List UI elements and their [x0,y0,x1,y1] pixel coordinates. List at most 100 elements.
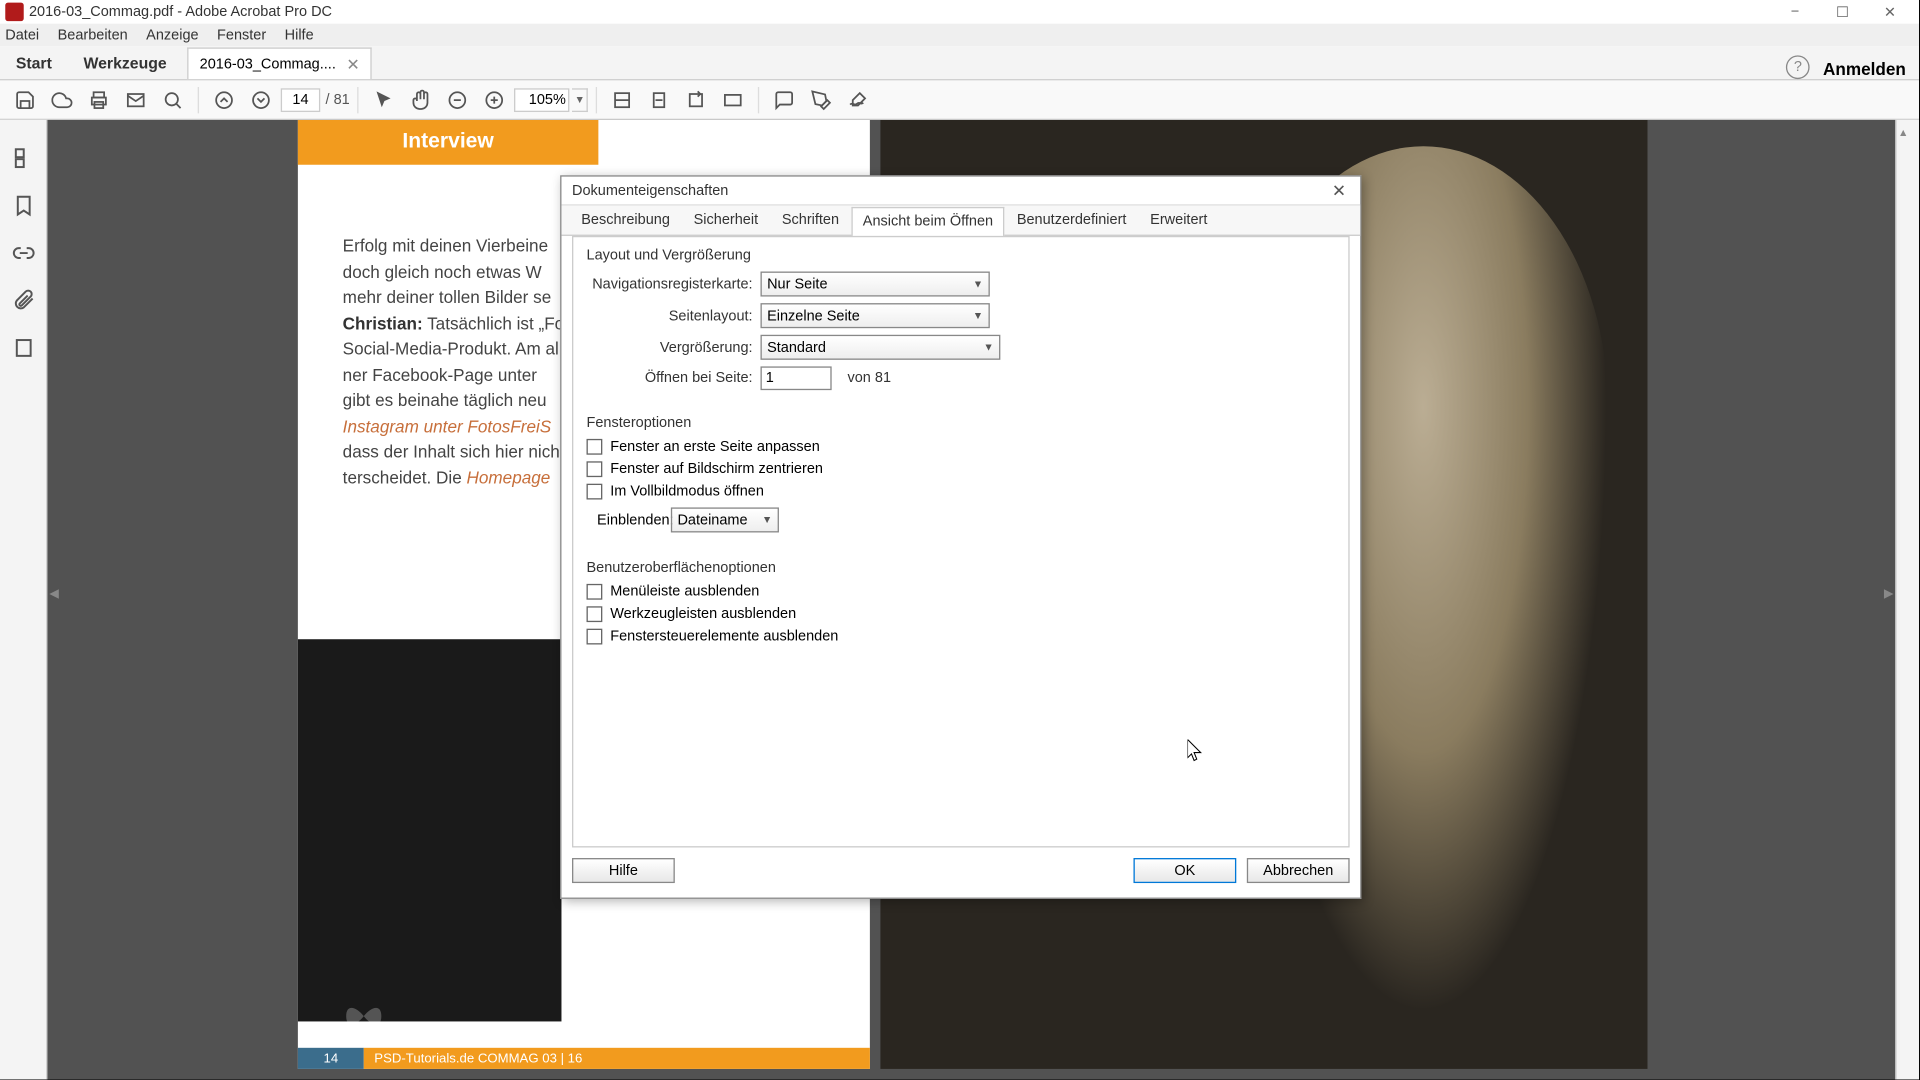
left-navigation-rail [0,120,47,1080]
magnification-combo[interactable]: Standard▼ [760,335,1000,360]
resize-window-label: Fenster an erste Seite anpassen [610,439,820,455]
chevron-down-icon: ▼ [973,310,983,322]
page-header: Interview [298,120,599,165]
mouse-cursor-icon [1188,739,1204,763]
page-image [298,639,562,1021]
center-window-label: Fenster auf Bildschirm zentrieren [610,461,823,477]
open-to-page-label: Öffnen bei Seite: [587,370,753,386]
document-tab-close-icon[interactable]: ✕ [346,55,359,73]
tab-erweitert[interactable]: Erweitert [1138,206,1219,235]
signin-link[interactable]: Anmelden [1823,59,1906,79]
save-icon[interactable] [8,82,42,116]
hide-window-controls-label: Fenstersteuerelemente ausblenden [610,629,838,645]
document-tab-label: 2016-03_Commag.... [200,56,336,72]
show-label: Einblenden: [597,512,671,528]
scrollbar[interactable]: ▲ [1895,120,1919,1080]
search-icon[interactable] [156,82,190,116]
dialog-title: Dokumenteigenschaften [572,183,1329,199]
group-window-label: Fensteroptionen [587,415,1336,431]
bookmark-icon[interactable] [11,194,35,218]
tab-schriften[interactable]: Schriften [770,206,851,235]
rotate-icon[interactable] [679,82,713,116]
thumbnails-icon[interactable] [11,146,35,170]
menu-anzeige[interactable]: Anzeige [146,27,198,43]
document-tab[interactable]: 2016-03_Commag.... ✕ [188,47,372,79]
hide-window-controls-checkbox[interactable] [587,629,603,645]
maximize-button[interactable]: ☐ [1819,0,1866,24]
butterfly-icon [337,990,390,1030]
tab-werkzeuge[interactable]: Werkzeuge [68,47,183,79]
hide-menubar-label: Menüleiste ausblenden [610,584,759,600]
open-to-page-of: von 81 [847,370,891,386]
app-icon [5,3,23,21]
tab-benutzerdefiniert[interactable]: Benutzerdefiniert [1005,206,1138,235]
page-down-icon[interactable] [244,82,278,116]
show-combo[interactable]: Dateiname▼ [671,507,779,532]
cancel-button[interactable]: Abbrechen [1247,858,1350,883]
titlebar-text: 2016-03_Commag.pdf - Adobe Acrobat Pro D… [29,4,332,20]
toolbar: / 81 ▼ [0,80,1919,120]
document-properties-dialog: Dokumenteigenschaften ✕ Beschreibung Sic… [560,175,1361,899]
menubar: Datei Bearbeiten Anzeige Fenster Hilfe [0,24,1919,46]
print-icon[interactable] [82,82,116,116]
scroll-up-icon[interactable]: ▲ [1897,125,1910,138]
comment-icon[interactable] [768,82,802,116]
resize-window-checkbox[interactable] [587,439,603,455]
zoom-out-icon[interactable] [441,82,475,116]
zoom-in-icon[interactable] [478,82,512,116]
tabbar: Start Werkzeuge 2016-03_Commag.... ✕ ? A… [0,46,1919,80]
close-button[interactable]: ✕ [1866,0,1913,24]
tab-beschreibung[interactable]: Beschreibung [569,206,681,235]
fullscreen-label: Im Vollbildmodus öffnen [610,484,764,500]
mail-icon[interactable] [119,82,153,116]
cloud-icon[interactable] [45,82,79,116]
pointer-icon[interactable] [367,82,401,116]
menu-bearbeiten[interactable]: Bearbeiten [58,27,128,43]
link-icon[interactable] [11,241,35,265]
magnification-label: Vergrößerung: [587,339,753,355]
open-to-page-input[interactable] [760,366,831,390]
minimize-button[interactable]: − [1771,0,1818,24]
page-footer-text: PSD-Tutorials.de COMMAG 03 | 16 [364,1048,870,1069]
page-layout-combo[interactable]: Einzelne Seite▼ [760,303,989,328]
menu-fenster[interactable]: Fenster [217,27,266,43]
menu-datei[interactable]: Datei [5,27,39,43]
tab-start[interactable]: Start [0,47,68,79]
center-window-checkbox[interactable] [587,461,603,477]
fit-page-icon[interactable] [642,82,676,116]
hide-toolbars-label: Werkzeugleisten ausblenden [610,606,796,622]
help-button[interactable]: Hilfe [572,858,675,883]
hide-menubar-checkbox[interactable] [587,584,603,600]
attachment-icon[interactable] [11,289,35,313]
zoom-dropdown-icon[interactable]: ▼ [572,88,588,112]
group-layout-label: Layout und Vergrößerung [587,248,1336,264]
prev-page-arrow-icon[interactable]: ◄ [47,581,60,605]
page-number-input[interactable] [281,88,321,112]
page-total-label: / 81 [326,92,350,108]
help-icon[interactable]: ? [1786,55,1810,79]
zoom-input[interactable] [514,88,569,112]
chevron-down-icon: ▼ [973,278,983,290]
ok-button[interactable]: OK [1133,858,1236,883]
page-up-icon[interactable] [207,82,241,116]
view-mode-icon[interactable] [716,82,750,116]
chevron-down-icon: ▼ [762,514,772,526]
dialog-tabs: Beschreibung Sicherheit Schriften Ansich… [561,206,1360,236]
sign-icon[interactable] [841,82,875,116]
fullscreen-checkbox[interactable] [587,484,603,500]
tab-sicherheit[interactable]: Sicherheit [682,206,770,235]
page-footer-number: 14 [298,1048,364,1069]
hide-toolbars-checkbox[interactable] [587,606,603,622]
dialog-close-icon[interactable]: ✕ [1329,180,1350,201]
highlight-icon[interactable] [804,82,838,116]
titlebar: 2016-03_Commag.pdf - Adobe Acrobat Pro D… [0,0,1919,24]
layers-icon[interactable] [11,336,35,360]
tab-ansicht-beim-oeffnen[interactable]: Ansicht beim Öffnen [851,207,1005,236]
page-layout-label: Seitenlayout: [587,308,753,324]
nav-tab-combo[interactable]: Nur Seite▼ [760,272,989,297]
menu-hilfe[interactable]: Hilfe [285,27,314,43]
next-page-arrow-icon[interactable]: ► [1882,581,1895,605]
hand-icon[interactable] [404,82,438,116]
chevron-down-icon: ▼ [983,341,993,353]
fit-width-icon[interactable] [605,82,639,116]
